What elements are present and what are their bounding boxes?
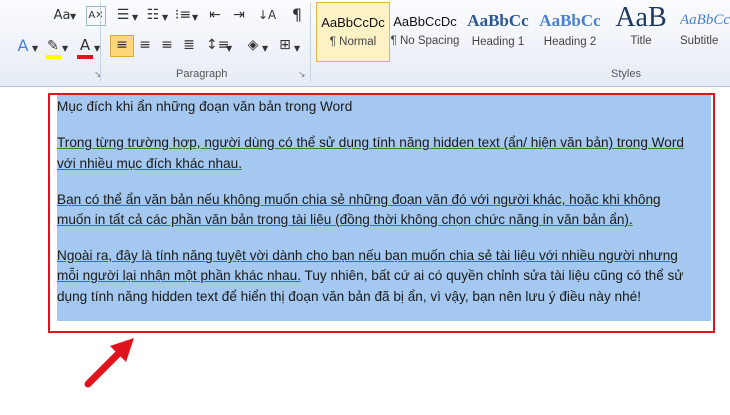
style-preview: AaBbCc: [467, 11, 529, 30]
sort-icon[interactable]: ↓A: [258, 6, 276, 24]
style-label: Subtitle: [680, 35, 719, 47]
decrease-indent-icon[interactable]: ⇤: [206, 6, 224, 24]
style-label: Heading 1: [471, 36, 525, 48]
style-label: ¶ Normal: [329, 36, 377, 48]
style-preview: AaB: [615, 2, 667, 33]
style-heading-2[interactable]: AaBbCc Heading 2: [534, 2, 606, 60]
clear-formatting-icon[interactable]: A✕: [86, 6, 106, 26]
show-hide-icon[interactable]: ¶: [288, 6, 306, 24]
style-title[interactable]: AaB Title: [606, 2, 676, 60]
numbering-icon[interactable]: ☷: [144, 6, 162, 24]
borders-icon[interactable]: ⊞: [276, 36, 294, 54]
justify-icon[interactable]: ≣: [180, 36, 198, 54]
style-preview: AaBbCcDc: [393, 14, 457, 29]
highlight-icon[interactable]: ✎: [44, 37, 62, 55]
font-color-icon[interactable]: A: [76, 36, 94, 54]
arrow-icon: [84, 338, 134, 388]
style-label: Heading 2: [543, 36, 597, 48]
ribbon: Aa ▼ A✕ ☰ ▼ ☷ ▼ ⁝≡ ▼ ⇤ ⇥ ↓A ¶ A ▼ ✎ ▼ A …: [0, 0, 730, 87]
highlight-dropdown-icon[interactable]: ▼: [62, 40, 68, 58]
shading-dropdown-icon[interactable]: ▼: [262, 40, 268, 58]
line-spacing-dropdown-icon[interactable]: ▼: [226, 40, 232, 58]
style-heading-1[interactable]: AaBbCc Heading 1: [462, 2, 534, 60]
borders-dropdown-icon[interactable]: ▼: [294, 40, 300, 58]
change-case-dropdown-icon[interactable]: ▼: [70, 8, 76, 26]
highlight-color-bar: [45, 55, 61, 59]
text-effects-icon[interactable]: A: [14, 37, 32, 55]
style-preview: AaBbCcDc: [321, 15, 385, 30]
style-normal[interactable]: AaBbCcDc ¶ Normal: [316, 2, 390, 62]
font-color-bar: [77, 55, 93, 59]
increase-indent-icon[interactable]: ⇥: [230, 6, 248, 24]
bullets-dropdown-icon[interactable]: ▼: [132, 9, 138, 27]
highlight-box: [48, 93, 715, 333]
center-icon[interactable]: ≡: [136, 36, 154, 54]
style-label: ¶ No Spacing: [390, 35, 460, 47]
group-separator: [100, 2, 101, 82]
align-left-icon[interactable]: ≡: [110, 35, 134, 57]
style-subtitle[interactable]: AaBbCc Subtitle: [680, 2, 730, 60]
bullets-icon[interactable]: ☰: [114, 6, 132, 24]
styles-group-label: Styles: [611, 68, 641, 80]
style-label: Title: [630, 35, 652, 47]
numbering-dropdown-icon[interactable]: ▼: [162, 9, 168, 27]
paragraph-dialog-launcher-icon[interactable]: ↘: [298, 69, 306, 80]
group-separator: [310, 2, 311, 82]
multilevel-list-icon[interactable]: ⁝≡: [174, 6, 192, 24]
style-no-spacing[interactable]: AaBbCcDc ¶ No Spacing: [390, 2, 460, 60]
paragraph-group-label: Paragraph: [176, 68, 228, 80]
line-spacing-icon[interactable]: ↕≡: [206, 36, 229, 54]
style-preview: AaBbCc: [680, 12, 730, 28]
align-right-icon[interactable]: ≡: [158, 36, 176, 54]
multilevel-list-dropdown-icon[interactable]: ▼: [192, 9, 198, 27]
shading-icon[interactable]: ◈: [244, 36, 262, 54]
text-effects-dropdown-icon[interactable]: ▼: [32, 40, 38, 58]
style-preview: AaBbCc: [539, 11, 601, 30]
